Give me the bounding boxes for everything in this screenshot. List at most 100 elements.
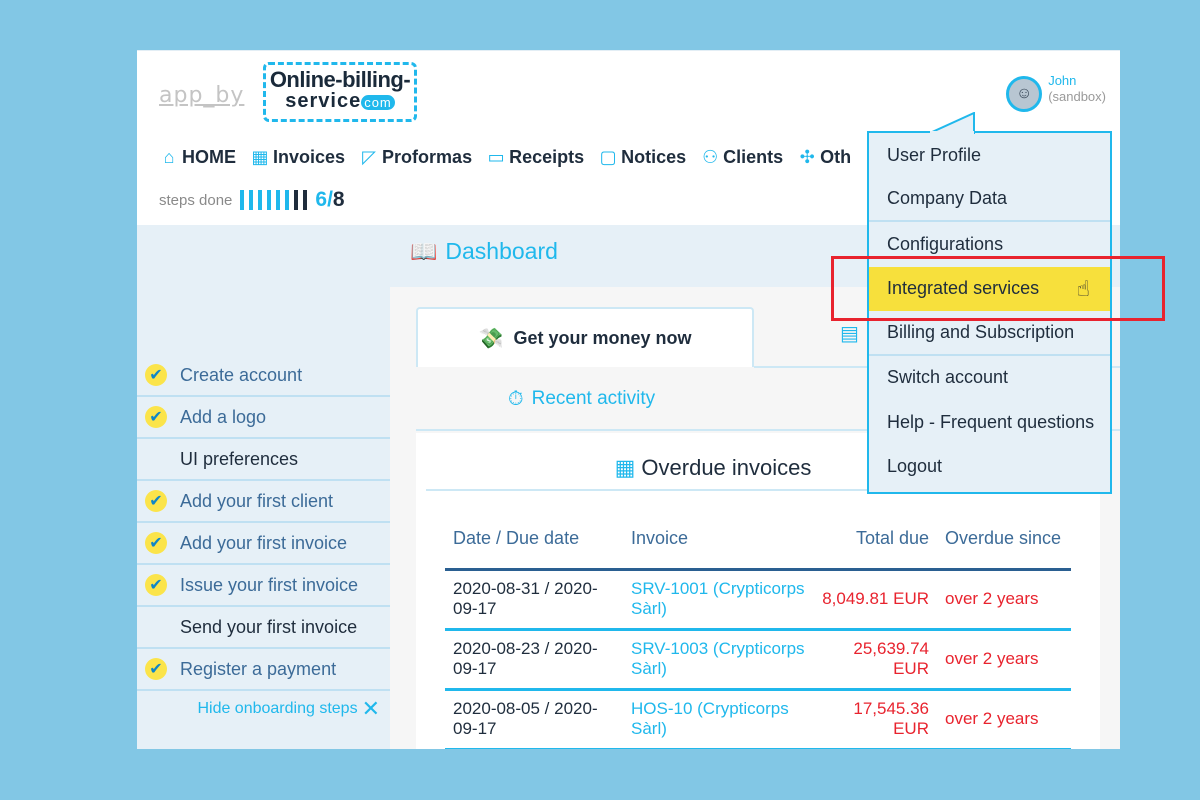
row-date: 2020-08-05 / 2020-09-17 bbox=[445, 689, 623, 749]
menu-item-label: Switch account bbox=[887, 367, 1009, 388]
table-row[interactable]: 2020-08-23 / 2020-09-17 SRV-1003 (Cryptic… bbox=[445, 629, 1071, 691]
nav-label: Clients bbox=[723, 147, 784, 167]
row-invoice-link[interactable]: SRV-1001 (Crypticorps Sàrl) bbox=[623, 569, 813, 631]
puzzle-icon: ✣ bbox=[799, 147, 815, 167]
step-bar bbox=[294, 190, 299, 210]
onboarding-step[interactable]: ✔ Register a payment bbox=[137, 649, 390, 691]
money-icon: 💸 bbox=[478, 327, 504, 350]
nav-clients[interactable]: ⚇ Clients bbox=[700, 147, 783, 168]
step-bar bbox=[276, 190, 281, 210]
checkmark-icon: ✔ bbox=[145, 406, 167, 428]
user-account: (sandbox) bbox=[1048, 89, 1106, 104]
onboarding-step-label: Add your first client bbox=[180, 490, 334, 511]
avatar[interactable]: ☺ bbox=[1006, 76, 1043, 112]
step-bar bbox=[285, 190, 290, 210]
row-invoice-link[interactable]: SRV-1003 (Crypticorps Sàrl) bbox=[623, 629, 813, 691]
tab-get-your-money-now[interactable]: 💸 Get your money now bbox=[416, 307, 754, 367]
nav-notices[interactable]: ▢ Notices bbox=[598, 147, 687, 168]
col-invoice[interactable]: Invoice bbox=[623, 509, 813, 571]
overdue-title-text: Overdue invoices bbox=[641, 455, 812, 480]
table-row[interactable]: 2020-08-05 / 2020-09-17 HOS-10 (Crypticor… bbox=[445, 689, 1071, 749]
logo-line2: service com bbox=[266, 91, 414, 111]
nav-other[interactable]: ✣ Oth bbox=[797, 147, 852, 168]
menu-item-integrated-services[interactable]: Integrated services ☝ bbox=[869, 266, 1110, 311]
stopwatch-icon: ⏱ bbox=[508, 387, 524, 410]
menu-item-company-data[interactable]: Company Data bbox=[869, 178, 1110, 222]
onboarding-step[interactable]: ✔ Issue your first invoice bbox=[137, 565, 390, 607]
nav-invoices[interactable]: ▦ Invoices bbox=[250, 147, 345, 168]
nav-label: Oth bbox=[820, 147, 852, 167]
logo-com: com bbox=[361, 95, 395, 110]
hide-onboarding-button[interactable]: Hide onboarding steps ✕ bbox=[137, 691, 390, 727]
table-header-row: Date / Due date Invoice Total due Overdu… bbox=[445, 509, 1071, 571]
menu-item-label: Billing and Subscription bbox=[887, 321, 1075, 342]
steps-done-count: 6/ bbox=[315, 188, 333, 211]
onboarding-step[interactable]: ✔ Create account bbox=[137, 355, 390, 397]
table-body: 2020-08-31 / 2020-09-17 SRV-1001 (Cryptic… bbox=[445, 569, 1071, 749]
user-dropdown-menu: User Profile Company Data Configurations In… bbox=[867, 131, 1112, 494]
logo-service-text: service bbox=[285, 90, 362, 112]
nav-label: Receipts bbox=[509, 147, 585, 167]
nav-home[interactable]: ⌂ HOME bbox=[159, 147, 236, 168]
table-row[interactable]: 2020-08-31 / 2020-09-17 SRV-1001 (Cryptic… bbox=[445, 569, 1071, 631]
menu-item-user-profile[interactable]: User Profile bbox=[869, 133, 1110, 178]
clients-icon: ⚇ bbox=[702, 147, 719, 167]
onboarding-step[interactable]: Send your first invoice bbox=[137, 607, 390, 649]
receipts-icon: ▭ bbox=[487, 147, 505, 167]
tab-label: Recent activity bbox=[531, 388, 656, 409]
row-overdue-since: over 2 years bbox=[937, 569, 1071, 631]
tab-label: Get your money now bbox=[513, 327, 692, 348]
col-date[interactable]: Date / Due date bbox=[445, 509, 623, 571]
onboarding-step-label: Register a payment bbox=[180, 658, 337, 679]
menu-item-help-frequent-questions[interactable]: Help - Frequent questions bbox=[869, 400, 1110, 445]
onboarding-step[interactable]: UI preferences bbox=[137, 439, 390, 481]
nav-label: Invoices bbox=[273, 147, 346, 167]
row-invoice-link[interactable]: HOS-10 (Crypticorps Sàrl) bbox=[623, 689, 813, 749]
steps-progress[interactable]: steps done 6/8 bbox=[159, 188, 345, 212]
checkmark-icon: ✔ bbox=[145, 364, 167, 386]
col-total-due[interactable]: Total due bbox=[813, 509, 937, 571]
invoices-stack-icon[interactable]: ▤ bbox=[840, 321, 859, 346]
nav-receipts[interactable]: ▭ Receipts bbox=[486, 147, 585, 168]
nav-label: Proformas bbox=[382, 147, 473, 167]
invoices-icon: ▦ bbox=[251, 147, 269, 167]
main-nav: ⌂ HOME ▦ Invoices ◸ Proformas ▭ Receipts ▢ No… bbox=[159, 147, 852, 168]
nav-proformas[interactable]: ◸ Proformas bbox=[359, 147, 472, 168]
step-bar bbox=[240, 190, 245, 210]
menu-item-label: Company Data bbox=[887, 188, 1008, 209]
checkmark-icon: ✔ bbox=[145, 574, 167, 596]
steps-count: 6/8 bbox=[315, 188, 344, 212]
onboarding-step-label: UI preferences bbox=[180, 448, 299, 469]
row-overdue-since: over 2 years bbox=[937, 689, 1071, 749]
row-total-due: 8,049.81 EUR bbox=[813, 569, 937, 631]
onboarding-step[interactable]: ✔ Add a logo bbox=[137, 397, 390, 439]
row-overdue-since: over 2 years bbox=[937, 629, 1071, 691]
onboarding-panel: ✔ Create account ✔ Add a logo UI preferences… bbox=[137, 225, 390, 749]
close-icon: ✕ bbox=[361, 696, 380, 721]
app-by-label: app_by bbox=[159, 83, 245, 108]
menu-item-label: Configurations bbox=[887, 233, 1004, 254]
step-bar bbox=[303, 190, 308, 210]
menu-item-configurations[interactable]: Configurations bbox=[869, 222, 1110, 267]
onboarding-step-label: Create account bbox=[180, 364, 303, 385]
user-info: John (sandbox) bbox=[1048, 73, 1106, 105]
row-total-due: 25,639.74 EUR bbox=[813, 629, 937, 691]
hide-onboarding-label: Hide onboarding steps bbox=[197, 700, 358, 717]
checkmark-icon: ✔ bbox=[145, 532, 167, 554]
menu-item-label: Logout bbox=[887, 456, 943, 477]
onboarding-step-label: Issue your first invoice bbox=[180, 574, 359, 595]
hand-pointer-cursor-icon: ☝ bbox=[1076, 275, 1090, 301]
logo[interactable]: Online-billing- service com bbox=[263, 62, 417, 122]
onboarding-step[interactable]: ✔ Add your first invoice bbox=[137, 523, 390, 565]
onboarding-step[interactable]: ✔ Add your first client bbox=[137, 481, 390, 523]
steps-total-count: 8 bbox=[332, 188, 345, 211]
menu-item-billing-and-subscription[interactable]: Billing and Subscription bbox=[869, 311, 1110, 356]
menu-item-logout[interactable]: Logout bbox=[869, 445, 1110, 490]
nav-label: HOME bbox=[182, 147, 236, 167]
user-menu-trigger[interactable]: ☺ John (sandbox) bbox=[1006, 73, 1106, 112]
overdue-invoices-table: Date / Due date Invoice Total due Overdu… bbox=[445, 509, 1071, 749]
menu-item-label: Integrated services bbox=[887, 278, 1040, 299]
col-overdue-since[interactable]: Overdue since bbox=[937, 509, 1071, 571]
nav-label: Notices bbox=[621, 147, 687, 167]
menu-item-switch-account[interactable]: Switch account bbox=[869, 356, 1110, 401]
